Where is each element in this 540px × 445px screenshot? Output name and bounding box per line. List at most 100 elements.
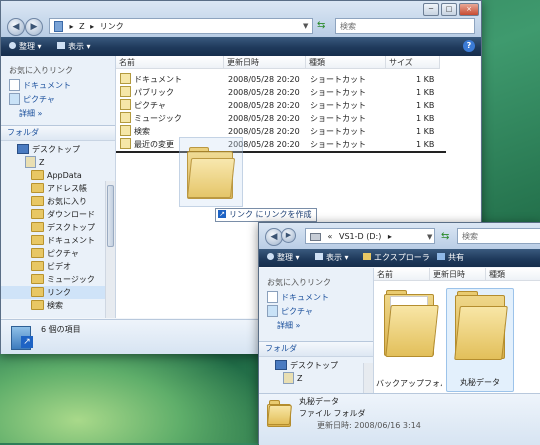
views-button[interactable]: 表示 ▾ <box>57 37 91 56</box>
explorer-button[interactable]: エクスプローラ <box>363 249 430 268</box>
tree-label: ダウンロード <box>47 210 95 219</box>
column-header-name[interactable]: 名前 <box>374 268 430 281</box>
file-name: ミュージック <box>134 114 182 123</box>
table-row[interactable]: パブリック 2008/05/28 20:20 ショートカット 1 KB <box>116 86 446 99</box>
favorite-link-documents[interactable]: ドキュメント <box>1 78 115 93</box>
address-bar[interactable]: « VS1-D (D:) ▸ <box>305 228 435 244</box>
help-icon[interactable]: ? <box>463 40 475 52</box>
folder-icon <box>31 169 44 180</box>
selected-folder-icon <box>266 400 293 428</box>
column-header-date[interactable]: 更新日時 <box>430 268 486 281</box>
column-header-type[interactable]: 種類 <box>306 56 386 69</box>
address-dropdown-icon[interactable]: ▼ <box>303 22 308 30</box>
favorite-link-documents[interactable]: ドキュメント <box>259 290 373 305</box>
scrollbar-thumb[interactable] <box>107 185 114 247</box>
breadcrumb-root[interactable]: Z <box>79 22 84 31</box>
tree-item-z[interactable]: Z <box>1 155 115 169</box>
name-cell: ピクチャ <box>120 99 166 112</box>
folder-item-backup[interactable]: バックアップフォル <box>376 290 442 390</box>
breadcrumb-overflow[interactable]: « <box>328 232 333 241</box>
address-dropdown-icon[interactable]: ▼ <box>427 233 432 241</box>
tree-item-documents[interactable]: ドキュメント <box>1 234 115 247</box>
breadcrumb-current[interactable]: リンク <box>100 22 124 31</box>
type-cell: ショートカット <box>310 88 366 97</box>
navpane-scrollbar[interactable] <box>105 181 115 318</box>
tree-item-desktop[interactable]: デスクトップ <box>259 359 373 372</box>
tree-label: リンク <box>47 288 71 297</box>
user-folder-icon <box>283 371 294 384</box>
title-bar[interactable]: ─ □ × <box>1 1 481 16</box>
tree-item-appdata[interactable]: AppData <box>1 169 115 182</box>
folders-header[interactable]: フォルダ <box>1 125 115 141</box>
folders-label: フォルダ <box>7 128 39 137</box>
folder-item-secret[interactable]: 丸秘データ <box>446 288 514 392</box>
modified-value: 2008/06/16 3:14 <box>354 421 421 430</box>
search-input[interactable]: 検索 <box>335 18 475 34</box>
tree-item-favorites[interactable]: お気に入り <box>1 195 115 208</box>
documents-icon <box>267 290 278 303</box>
favorites-icon <box>31 195 44 206</box>
refresh-icon[interactable]: ⇆ <box>441 231 449 242</box>
tree-label: Z <box>297 374 303 383</box>
favorite-link-pictures[interactable]: ピクチャ <box>259 304 373 319</box>
contacts-icon <box>31 182 44 193</box>
breadcrumb-drive[interactable]: VS1-D (D:) <box>339 232 381 241</box>
tree-item-links[interactable]: リンク <box>1 286 115 299</box>
folder-name: バックアップフォル <box>376 379 442 388</box>
tree-item-contacts[interactable]: アドレス帳 <box>1 182 115 195</box>
shortcut-icon <box>120 99 131 110</box>
favorite-label: ドキュメント <box>23 81 71 90</box>
address-bar[interactable]: ▸ Z ▸ リンク <box>49 18 313 34</box>
links-folder-large-icon: ↗ <box>11 324 35 350</box>
tree-item-music[interactable]: ミュージック <box>1 273 115 286</box>
more-link[interactable]: 詳細 » <box>1 107 115 121</box>
favorite-label: ピクチャ <box>281 307 313 316</box>
explorer-label: エクスプローラ <box>374 253 430 262</box>
videos-folder-icon <box>31 260 44 271</box>
back-button[interactable]: ◀ <box>7 18 25 36</box>
favorite-link-pictures[interactable]: ピクチャ <box>1 92 115 107</box>
desktop-icon <box>275 359 287 370</box>
tree-item-pictures[interactable]: ピクチャ <box>1 247 115 260</box>
tree-item-desktop[interactable]: デスクトップ <box>1 143 115 156</box>
tree-item-desktop-folder[interactable]: デスクトップ <box>1 221 115 234</box>
more-link[interactable]: 詳細 » <box>259 319 373 333</box>
folder-icon <box>54 21 63 32</box>
search-input[interactable]: 検索 <box>457 228 540 244</box>
breadcrumb-separator: ▸ <box>90 22 95 31</box>
tree-item-downloads[interactable]: ダウンロード <box>1 208 115 221</box>
table-row[interactable]: 最近の変更 2008/05/28 20:20 ショートカット 1 KB <box>116 138 446 153</box>
column-header-size[interactable]: サイズ <box>386 56 440 69</box>
column-header-date[interactable]: 更新日時 <box>224 56 306 69</box>
table-row[interactable]: ミュージック 2008/05/28 20:20 ショートカット 1 KB <box>116 112 446 125</box>
table-row[interactable]: ドキュメント 2008/05/28 20:20 ショートカット 1 KB <box>116 73 446 86</box>
shortcut-icon <box>120 125 131 136</box>
link-arrow-icon: ↗ <box>218 209 226 218</box>
file-area: 名前 更新日時 種類 バックアップフォル 丸秘データ <box>374 268 540 393</box>
share-button[interactable]: 共有 <box>437 249 464 268</box>
navpane-scrollbar[interactable] <box>363 363 373 393</box>
size-cell: 1 KB <box>416 114 435 123</box>
forward-button[interactable]: ▶ <box>25 18 43 36</box>
views-label: 表示 <box>68 42 84 51</box>
forward-button[interactable]: ▶ <box>281 228 296 243</box>
pictures-icon <box>9 92 20 105</box>
tree-item-videos[interactable]: ビデオ <box>1 260 115 273</box>
folders-header[interactable]: フォルダ <box>259 341 373 357</box>
column-header-name[interactable]: 名前 <box>116 56 224 69</box>
desktop-icon <box>17 143 29 154</box>
column-header-type[interactable]: 種類 <box>486 268 540 281</box>
file-name: ドキュメント <box>134 75 182 84</box>
tree-item-z[interactable]: Z <box>259 371 373 385</box>
organize-button[interactable]: 整理 ▾ <box>9 37 42 56</box>
organize-button[interactable]: 整理 ▾ <box>267 249 300 268</box>
refresh-icon[interactable]: ⇆ <box>317 20 325 31</box>
views-button[interactable]: 表示 ▾ <box>315 249 349 268</box>
table-row[interactable]: ピクチャ 2008/05/28 20:20 ショートカット 1 KB <box>116 99 446 112</box>
size-cell: 1 KB <box>416 75 435 84</box>
table-row[interactable]: 検索 2008/05/28 20:20 ショートカット 1 KB <box>116 125 446 138</box>
documents-folder-icon <box>31 234 44 245</box>
tree-item-searches[interactable]: 検索 <box>1 299 115 312</box>
favorites-header: お気に入りリンク <box>267 278 331 287</box>
desktop-folder-icon <box>31 221 44 232</box>
